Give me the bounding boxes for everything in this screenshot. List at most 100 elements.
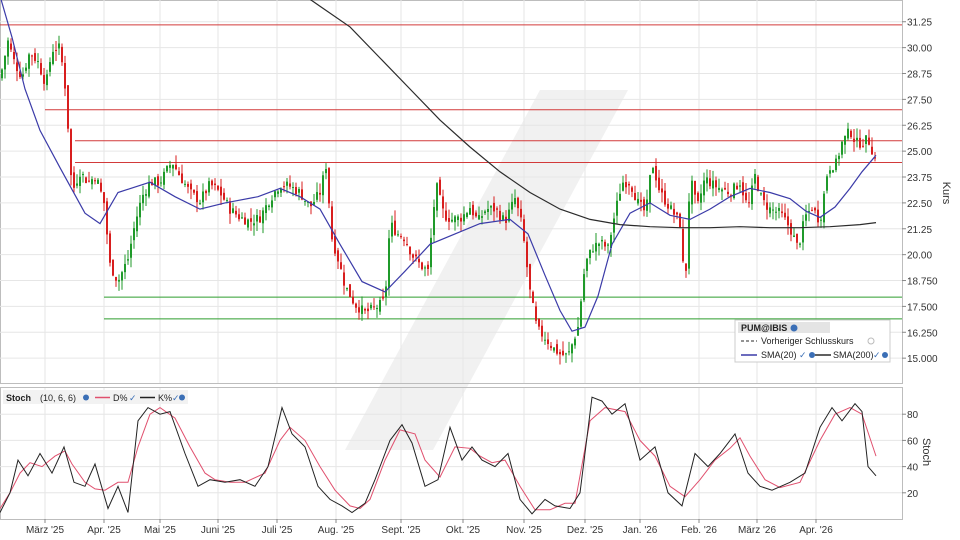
candle-body [604,241,606,247]
candle-body [739,185,741,187]
candle-body [802,221,804,243]
legend-symbol-settings-icon[interactable] [790,324,798,332]
candle-body [355,303,357,308]
price-y-tick-label: 28.75 [907,69,932,80]
candle-body [337,250,339,262]
candle-body [595,242,597,252]
candle-body [466,213,468,217]
x-tick-label: Juli '25 [262,525,293,536]
candle-body [7,40,9,57]
candle-body [691,180,693,205]
candle-body [454,216,456,223]
candle-body [640,199,642,202]
candle-body [187,183,189,187]
legend-prev-close-toggle-icon[interactable] [867,337,875,345]
price-y-tick-label: 25.00 [907,147,932,158]
candle-body [166,166,168,172]
candle-body [271,200,273,208]
candle-body [190,183,192,190]
stoch-settings-icon[interactable] [83,394,89,401]
legend-sma20-settings-icon[interactable] [809,352,815,358]
stoch-k-check-icon[interactable]: ✓ [172,393,180,403]
candle-body [544,339,546,341]
candle-body [208,181,210,193]
stoch-k-settings-icon[interactable] [179,394,185,401]
candle-body [649,175,651,203]
candle-body [331,206,333,240]
candle-body [568,351,570,353]
candle-body [571,344,573,354]
candle-body [202,191,204,203]
candle-body [835,158,837,171]
candle-body [298,189,300,193]
stock-chart: 31.25 30.00 28.75 27.50 26.25 25.00 23.75 22.50… [0,0,952,536]
candle-body [562,350,564,356]
candle-body [1,69,3,79]
price-y-tick-label: 23.75 [907,173,932,184]
candle-body [124,263,126,273]
candle-body [184,183,186,185]
candle-body [109,233,111,263]
candle-body [520,208,522,218]
candle-body [598,243,600,247]
candle-body [790,223,792,235]
candle-body [553,347,555,351]
candle-body [103,192,105,204]
x-tick-label: Feb. '26 [681,525,717,536]
candle-body [625,182,627,188]
candle-body [397,234,399,236]
candle-body [607,244,609,246]
candle-body [133,228,135,241]
candle-body [484,211,486,214]
legend-sma20-check-icon[interactable]: ✓ [799,350,807,360]
candle-body [460,217,462,222]
candle-body [511,201,513,210]
candle-body [391,222,393,237]
candle-body [424,267,426,269]
candle-body [514,198,516,205]
candle-body [283,186,285,188]
price-y-tick-label: 17.500 [907,302,938,313]
candle-body [448,218,450,222]
candle-body [586,258,588,271]
candle-body [286,181,288,186]
candle-body [316,192,318,200]
candle-body [613,218,615,233]
candle-body [403,239,405,242]
legend-sma200-check-icon[interactable]: ✓ [873,350,881,360]
x-tick-label: Sept. '25 [381,525,421,536]
candle-body [247,219,249,228]
candle-body [373,306,375,308]
candle-body [382,296,384,299]
candle-body [394,220,396,235]
candle-body [118,279,120,282]
candle-body [667,203,669,209]
candle-body [334,235,336,254]
candle-body [199,203,201,205]
candle-body [169,165,171,168]
x-tick-label: Dez. '25 [567,525,604,536]
stoch-y-tick-label: 40 [907,463,919,474]
candle-body [694,180,696,195]
candle-body [748,202,750,204]
candle-body [376,308,378,310]
candle-body [79,176,81,186]
candle-body [295,187,297,195]
candle-body [589,249,591,259]
candle-body [469,208,471,215]
candle-body [637,198,639,204]
candle-body [112,259,114,276]
candle-body [409,246,411,255]
legend-sma200-settings-icon[interactable] [882,352,888,358]
candle-body [364,308,366,311]
candle-body [718,187,720,190]
candle-body [592,251,594,253]
stoch-d-check-icon[interactable]: ✓ [129,393,137,403]
candle-body [769,207,771,214]
candle-body [685,263,687,271]
candle-body [442,196,444,209]
candle-body [493,202,495,212]
candle-body [244,217,246,225]
candle-body [634,192,636,201]
candle-body [673,208,675,215]
